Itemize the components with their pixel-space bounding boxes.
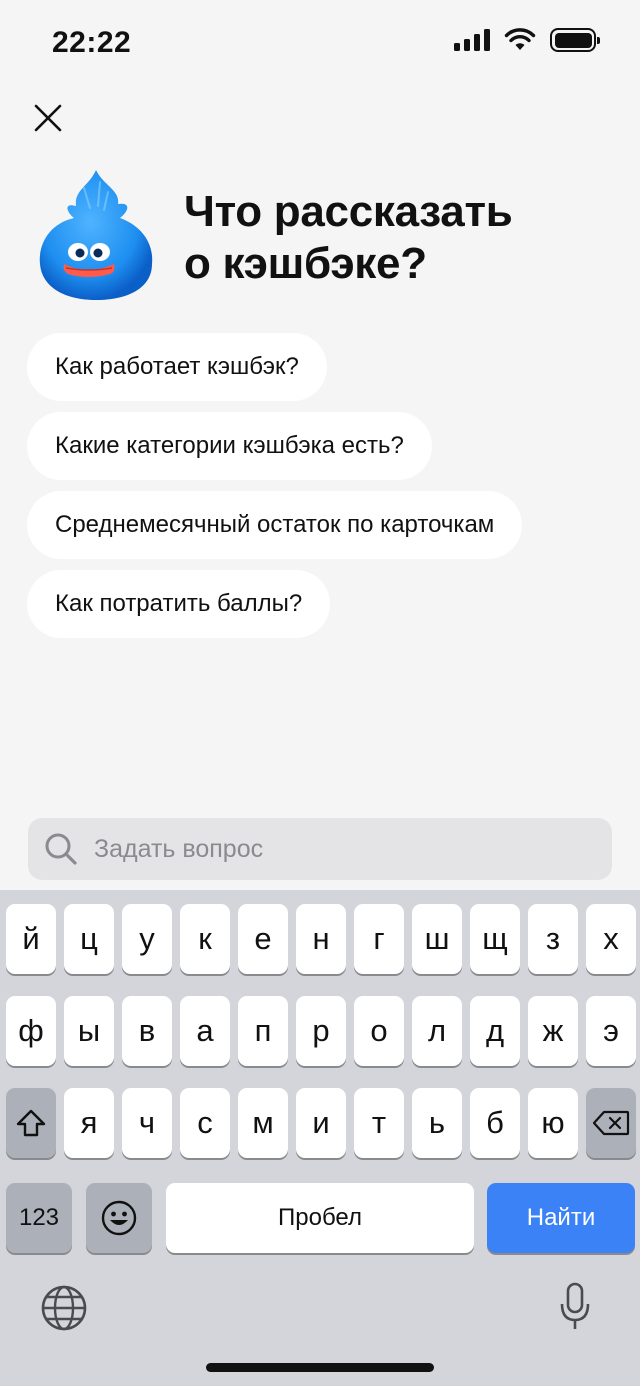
key-с[interactable]: с xyxy=(180,1088,230,1158)
suggestion-chip-average-balance[interactable]: Среднемесячный остаток по карточкам xyxy=(27,491,523,559)
key-ь[interactable]: ь xyxy=(412,1088,462,1158)
key-й[interactable]: й xyxy=(6,904,56,974)
key-м[interactable]: м xyxy=(238,1088,288,1158)
search-icon xyxy=(45,833,77,865)
key-б[interactable]: б xyxy=(470,1088,520,1158)
suggestion-chip-cashback-categories[interactable]: Какие категории кэшбэка есть? xyxy=(27,412,432,480)
key-и[interactable]: и xyxy=(296,1088,346,1158)
key-л[interactable]: л xyxy=(412,996,462,1066)
key-ы[interactable]: ы xyxy=(64,996,114,1066)
page-title: Что рассказать о кэшбэке? xyxy=(184,186,604,290)
key-х[interactable]: х xyxy=(586,904,636,974)
status-bar: 22:22 xyxy=(0,0,640,90)
key-ч[interactable]: ч xyxy=(122,1088,172,1158)
key-о[interactable]: о xyxy=(354,996,404,1066)
keyboard: й ц у к е н г ш щ з х ф ы в а п р о л д … xyxy=(0,890,640,1386)
shift-key[interactable] xyxy=(6,1088,56,1158)
search-input[interactable] xyxy=(94,834,554,864)
search-bar[interactable] xyxy=(28,818,612,880)
close-icon xyxy=(34,104,62,132)
mascot-image xyxy=(39,170,153,300)
emoji-key[interactable] xyxy=(86,1183,152,1253)
key-н[interactable]: н xyxy=(296,904,346,974)
key-т[interactable]: т xyxy=(354,1088,404,1158)
key-ш[interactable]: ш xyxy=(412,904,462,974)
backspace-key[interactable] xyxy=(586,1088,636,1158)
dictation-button[interactable] xyxy=(558,1282,592,1332)
suggestion-chip-spend-points[interactable]: Как потратить баллы? xyxy=(27,570,331,638)
search-submit-key[interactable]: Найти xyxy=(487,1183,635,1253)
key-у[interactable]: у xyxy=(122,904,172,974)
title-line-2: о кэшбэке? xyxy=(184,239,427,288)
close-button[interactable] xyxy=(26,96,70,140)
emoji-icon xyxy=(101,1200,137,1236)
key-з[interactable]: з xyxy=(528,904,578,974)
key-я[interactable]: я xyxy=(64,1088,114,1158)
battery-icon xyxy=(550,28,600,52)
microphone-icon xyxy=(560,1282,590,1329)
key-е[interactable]: е xyxy=(238,904,288,974)
key-ж[interactable]: ж xyxy=(528,996,578,1066)
key-к[interactable]: к xyxy=(180,904,230,974)
home-indicator[interactable] xyxy=(206,1363,434,1372)
key-в[interactable]: в xyxy=(122,996,172,1066)
key-п[interactable]: п xyxy=(238,996,288,1066)
key-ю[interactable]: ю xyxy=(528,1088,578,1158)
backspace-icon xyxy=(592,1110,630,1136)
key-г[interactable]: г xyxy=(354,904,404,974)
globe-button[interactable] xyxy=(40,1284,88,1332)
space-key[interactable]: Пробел xyxy=(166,1183,474,1253)
key-д[interactable]: д xyxy=(470,996,520,1066)
key-р[interactable]: р xyxy=(296,996,346,1066)
status-time: 22:22 xyxy=(52,26,132,59)
numbers-key[interactable]: 123 xyxy=(6,1183,72,1253)
globe-icon xyxy=(41,1285,87,1331)
key-ф[interactable]: ф xyxy=(6,996,56,1066)
key-а[interactable]: а xyxy=(180,996,230,1066)
suggestion-chip-how-cashback-works[interactable]: Как работает кэшбэк? xyxy=(27,333,327,401)
key-ц[interactable]: ц xyxy=(64,904,114,974)
cellular-signal-icon xyxy=(454,29,490,51)
status-icons xyxy=(454,28,600,52)
shift-icon xyxy=(16,1109,46,1137)
suggestion-list: Как работает кэшбэк? Какие категории кэш… xyxy=(27,333,523,638)
wifi-icon xyxy=(504,28,536,50)
title-line-1: Что рассказать xyxy=(184,187,513,236)
key-щ[interactable]: щ xyxy=(470,904,520,974)
key-э[interactable]: э xyxy=(586,996,636,1066)
